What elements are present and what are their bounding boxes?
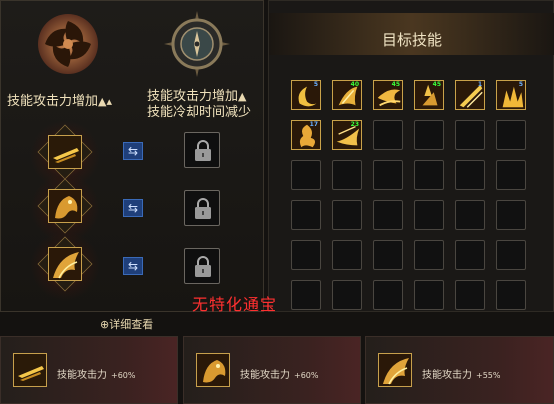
target-skill-4[interactable]: 45 [414, 80, 444, 110]
empty-skill-slot[interactable] [455, 280, 485, 310]
locked-slot-1[interactable] [184, 132, 220, 168]
magnifier-icon: ⊕ [100, 318, 110, 331]
empty-skill-slot[interactable] [414, 160, 444, 190]
skill-level-badge: 17 [309, 121, 318, 128]
empty-skill-slot[interactable] [496, 280, 526, 310]
empty-skill-slot[interactable] [332, 200, 362, 230]
skill-level-badge: 45 [432, 81, 441, 88]
target-skill-2[interactable]: 40 [332, 80, 362, 110]
bottom-effect-2: 技能攻击力 +60% [183, 336, 361, 404]
bottom-effect-3: 技能攻击力 +55% [365, 336, 554, 404]
claw-skill-icon [378, 353, 412, 387]
up-arrow-icon: ▲▴ [98, 95, 112, 108]
empty-skill-slot[interactable] [414, 200, 444, 230]
empty-skill-slot[interactable] [291, 280, 321, 310]
target-skills-panel: 目标技能 5 40 45 45 1 5 17 23 [268, 0, 554, 312]
skill-level-badge: 40 [350, 81, 359, 88]
up-arrow-icon: ▲ [238, 90, 247, 103]
right-column-title-line2: 技能冷却时间减少 [147, 105, 252, 120]
effect-label: 技能攻击力 +55% [422, 370, 501, 381]
target-skills-title: 目标技能 [381, 31, 442, 49]
empty-skill-slot[interactable] [291, 200, 321, 230]
right-column-title-line1: 技能攻击力增加▲ [147, 89, 247, 104]
empty-skill-slot[interactable] [496, 160, 526, 190]
empty-skill-slot[interactable] [496, 240, 526, 270]
swirl-emblem-icon [33, 9, 103, 79]
skill-level-badge: 45 [391, 81, 400, 88]
beast-skill-icon [196, 353, 230, 387]
target-skill-7[interactable]: 17 [291, 120, 321, 150]
empty-skill-slot[interactable] [373, 240, 403, 270]
talisman-slot-3[interactable] [37, 236, 93, 292]
empty-skill-slot[interactable] [414, 120, 444, 150]
target-skill-5[interactable]: 1 [455, 80, 485, 110]
empty-skill-slot[interactable] [414, 240, 444, 270]
skill-level-badge: 5 [313, 81, 318, 88]
detail-view-link[interactable]: ⊕详细查看 [100, 316, 153, 332]
target-skill-6[interactable]: 5 [496, 80, 526, 110]
empty-skill-slot[interactable] [455, 240, 485, 270]
empty-skill-slot[interactable] [373, 200, 403, 230]
compass-emblem-icon [162, 9, 232, 79]
locked-slot-3[interactable] [184, 248, 220, 284]
talisman-panel: 技能攻击力增加▲▴ 技能攻击力增加▲ 技能冷却时间减少 ⇆ ⇆ ⇆ [0, 0, 264, 312]
empty-skill-slot[interactable] [332, 160, 362, 190]
empty-skill-slot[interactable] [291, 240, 321, 270]
empty-skill-slot[interactable] [414, 280, 444, 310]
empty-skill-slot[interactable] [455, 200, 485, 230]
empty-skill-slot[interactable] [332, 240, 362, 270]
empty-skill-slot[interactable] [455, 120, 485, 150]
watermark-text: 无特化通宝 [192, 295, 278, 314]
empty-skill-slot[interactable] [455, 160, 485, 190]
effect-label: 技能攻击力 +60% [240, 370, 319, 381]
empty-skill-slot[interactable] [496, 200, 526, 230]
dash-skill-icon [48, 135, 82, 169]
empty-skill-slot[interactable] [373, 120, 403, 150]
skill-level-badge: 1 [477, 81, 482, 88]
claw-skill-icon [48, 247, 82, 281]
dash-skill-icon [13, 353, 47, 387]
target-skill-1[interactable]: 5 [291, 80, 321, 110]
lock-icon [195, 140, 211, 161]
swap-button-2[interactable]: ⇆ [123, 199, 143, 217]
left-column-title: 技能攻击力增加▲▴ [7, 94, 112, 109]
talisman-slot-2[interactable] [37, 178, 93, 234]
swap-button-1[interactable]: ⇆ [123, 142, 143, 160]
target-skill-3[interactable]: 45 [373, 80, 403, 110]
swap-button-3[interactable]: ⇆ [123, 257, 143, 275]
empty-skill-slot[interactable] [373, 280, 403, 310]
lock-icon [195, 198, 211, 219]
talisman-slot-1[interactable] [37, 124, 93, 180]
bottom-effect-1: 技能攻击力 +60% [0, 336, 178, 404]
target-skill-8[interactable]: 23 [332, 120, 362, 150]
locked-slot-2[interactable] [184, 190, 220, 226]
empty-skill-slot[interactable] [332, 280, 362, 310]
lock-icon [195, 256, 211, 277]
empty-skill-slot[interactable] [291, 160, 321, 190]
effect-label: 技能攻击力 +60% [57, 370, 136, 381]
beast-skill-icon [48, 189, 82, 223]
empty-skill-slot[interactable] [496, 120, 526, 150]
empty-skill-slot[interactable] [373, 160, 403, 190]
skill-level-badge: 23 [350, 121, 359, 128]
skill-level-badge: 5 [518, 81, 523, 88]
